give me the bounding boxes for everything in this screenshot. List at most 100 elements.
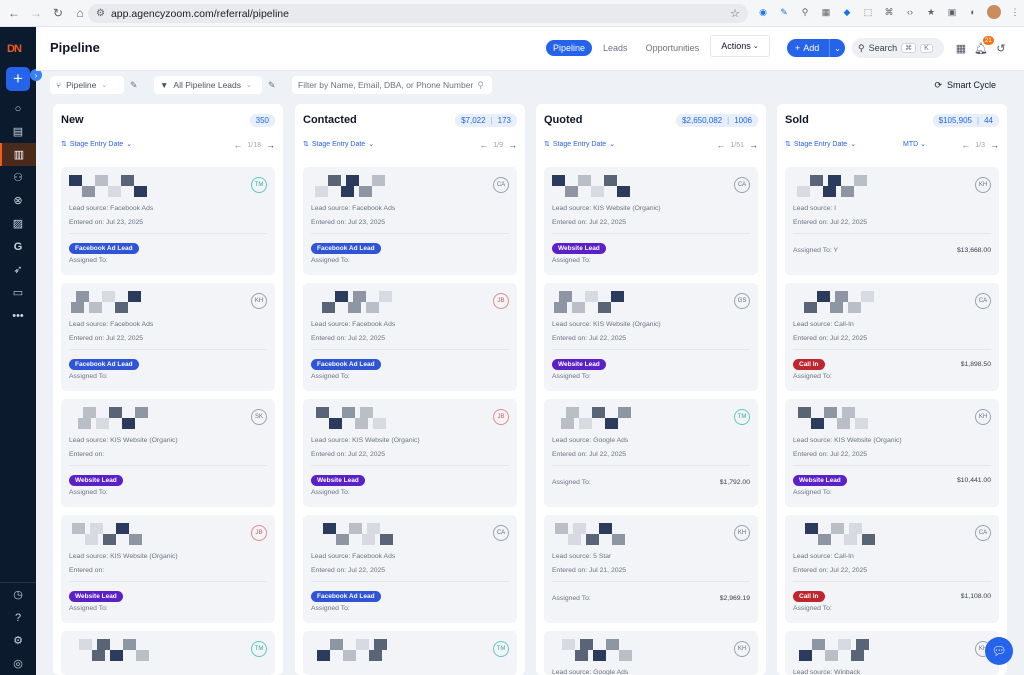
assignee-avatar[interactable]: TM (251, 641, 267, 657)
profile-avatar[interactable] (987, 5, 1001, 19)
lead-type-tag[interactable]: Website Lead (552, 243, 606, 254)
assignee-avatar[interactable]: JB (493, 293, 509, 309)
settings-circle-icon[interactable]: ⊗ (0, 189, 36, 212)
sidebar-icon[interactable]: ▣ (945, 5, 959, 19)
google-icon[interactable]: G (0, 235, 36, 258)
extension-icon[interactable]: ◐ (966, 5, 980, 19)
star-icon[interactable]: ★ (924, 5, 938, 19)
lead-type-tag[interactable]: Facebook Ad Lead (311, 359, 381, 370)
lead-card[interactable]: TM Lead source: Facebook Ads Entered on: J… (61, 167, 275, 275)
extension-icon[interactable]: ▦ (819, 5, 833, 19)
extension-icon[interactable]: ⌘ (882, 5, 896, 19)
edit-pipeline-pencil-icon[interactable]: ✎ (130, 80, 138, 91)
bookmark-star-icon[interactable]: ☆ (730, 7, 740, 20)
edit-filter-pencil-icon[interactable]: ✎ (268, 80, 276, 91)
lead-card[interactable]: KH Lead source: KIS Website (Organic) Ente… (785, 399, 999, 507)
assignee-avatar[interactable]: GS (734, 293, 750, 309)
assignee-avatar[interactable]: CA (975, 525, 991, 541)
puzzle-icon[interactable]: ⬚ (861, 5, 875, 19)
lead-card[interactable]: KH Lead source: I Entered on: Jul 22, 2025… (785, 167, 999, 275)
lead-type-tag[interactable]: Website Lead (793, 475, 847, 486)
contacts-icon[interactable]: ⚇ (0, 166, 36, 189)
lead-type-tag[interactable]: Facebook Ad Lead (69, 359, 139, 370)
lead-card[interactable]: KH Lead source: Facebook Ads Entered on: J… (61, 283, 275, 391)
chat-support-button[interactable]: 💬︎ (985, 637, 1013, 665)
rocket-icon[interactable]: ➶ (0, 258, 36, 281)
lead-card[interactable]: TM (303, 631, 517, 675)
quick-add-button[interactable]: + (6, 67, 30, 91)
lead-type-tag[interactable]: Website Lead (69, 591, 123, 602)
assignee-avatar[interactable]: KH (251, 293, 267, 309)
user-profile-icon[interactable]: ◎ (0, 652, 36, 675)
address-bar[interactable]: ⚙ app.agencyzoom.com/referral/pipeline ☆ (88, 4, 748, 23)
lead-card[interactable]: CA Lead source: Facebook Ads Entered on: J… (303, 167, 517, 275)
lead-type-tag[interactable]: Website Lead (69, 475, 123, 486)
reports-icon[interactable]: ▨ (0, 212, 36, 235)
next-page-icon[interactable]: → (749, 140, 758, 150)
tab-pipeline[interactable]: Pipeline (546, 40, 593, 56)
lead-card[interactable]: TM (61, 631, 275, 675)
messages-icon[interactable]: ▭ (0, 281, 36, 304)
lead-type-tag[interactable]: Website Lead (311, 475, 365, 486)
lead-type-tag[interactable]: Website Lead (552, 359, 606, 370)
lead-card[interactable]: KH Lead source: Winback (785, 631, 999, 675)
lead-type-tag[interactable]: Facebook Ad Lead (311, 591, 381, 602)
history-icon[interactable]: ◷ (0, 583, 36, 606)
lead-type-tag[interactable]: Facebook Ad Lead (311, 243, 381, 254)
prev-page-icon[interactable]: ← (716, 140, 725, 150)
site-settings-icon[interactable]: ⚙ (96, 8, 105, 19)
next-page-icon[interactable]: → (990, 140, 999, 150)
lead-card[interactable]: TM Lead source: Google Ads Entered on: Jul… (544, 399, 758, 507)
leads-filter-select[interactable]: ▼ All Pipeline Leads ⌄ (154, 76, 262, 94)
assignee-avatar[interactable]: TM (734, 409, 750, 425)
assignee-avatar[interactable]: CA (493, 177, 509, 193)
assignee-avatar[interactable]: KH (975, 409, 991, 425)
calculator-icon[interactable]: ▦ (954, 41, 968, 55)
tab-opportunities[interactable]: Opportunities (639, 40, 707, 56)
menu-dots-icon[interactable]: ⋮ (1008, 5, 1022, 19)
sort-select[interactable]: ⇅ Stage Entry Date ⌄ (785, 140, 856, 149)
back-icon[interactable]: ← (6, 5, 22, 21)
lead-card[interactable]: GS Lead source: KIS Website (Organic) Ente… (544, 283, 758, 391)
lead-card[interactable]: CA Lead source: Call-In Entered on: Jul 22… (785, 515, 999, 623)
sort-select[interactable]: ⇅ Stage Entry Date ⌄ (61, 140, 132, 149)
tab-leads[interactable]: Leads (596, 40, 635, 56)
lead-card[interactable]: CA Lead source: KIS Website (Organic) Ente… (544, 167, 758, 275)
assignee-avatar[interactable]: JB (251, 525, 267, 541)
help-icon[interactable]: ? (0, 606, 36, 629)
next-page-icon[interactable]: → (266, 140, 275, 150)
lead-card[interactable]: KHLead source: Google AdsEntered on: Jul… (544, 631, 758, 675)
assignee-avatar[interactable]: KH (975, 177, 991, 193)
global-search-button[interactable]: ⚲ Search ⌘ K (852, 38, 944, 58)
extension-icon[interactable]: ⚲ (798, 5, 812, 19)
gear-icon[interactable]: ⚙ (0, 629, 36, 652)
home-icon[interactable]: ⌂ (72, 5, 88, 21)
lead-card[interactable]: SK Lead source: KIS Website (Organic) Ente… (61, 399, 275, 507)
prev-page-icon[interactable]: ← (479, 140, 488, 150)
lead-type-tag[interactable]: Facebook Ad Lead (69, 243, 139, 254)
assignee-avatar[interactable]: TM (251, 177, 267, 193)
lead-card[interactable]: CA Lead source: Call-In Entered on: Jul 22… (785, 283, 999, 391)
prev-page-icon[interactable]: ← (233, 140, 242, 150)
assignee-avatar[interactable]: JB (493, 409, 509, 425)
lead-type-tag[interactable]: Call In (793, 591, 825, 602)
period-select[interactable]: MTD ⌄ (903, 140, 926, 148)
extension-icon[interactable]: ◆ (840, 5, 854, 19)
more-dots-icon[interactable]: ••• (0, 304, 36, 327)
calendar-icon[interactable]: ▤ (0, 120, 36, 143)
lead-card[interactable]: JB Lead source: KIS Website (Organic) Ente… (61, 515, 275, 623)
assignee-avatar[interactable]: CA (493, 525, 509, 541)
assignee-avatar[interactable]: CA (734, 177, 750, 193)
assignee-avatar[interactable]: CA (975, 293, 991, 309)
code-icon[interactable]: ‹› (903, 5, 917, 19)
pipeline-icon[interactable]: ▥ (0, 143, 36, 166)
assignee-avatar[interactable]: KH (734, 525, 750, 541)
add-dropdown-chevron-icon[interactable]: ⌄ (829, 39, 845, 57)
smart-cycle-button[interactable]: ⟳ Smart Cycle (934, 80, 996, 91)
assignee-avatar[interactable]: TM (493, 641, 509, 657)
lead-card[interactable]: KH Lead source: 5 Star Entered on: Jul 21,… (544, 515, 758, 623)
lead-type-tag[interactable]: Call In (793, 359, 825, 370)
sort-select[interactable]: ⇅ Stage Entry Date ⌄ (544, 140, 615, 149)
assignee-avatar[interactable]: KH (734, 641, 750, 657)
lead-card[interactable]: JB Lead source: Facebook Ads Entered on: J… (303, 283, 517, 391)
